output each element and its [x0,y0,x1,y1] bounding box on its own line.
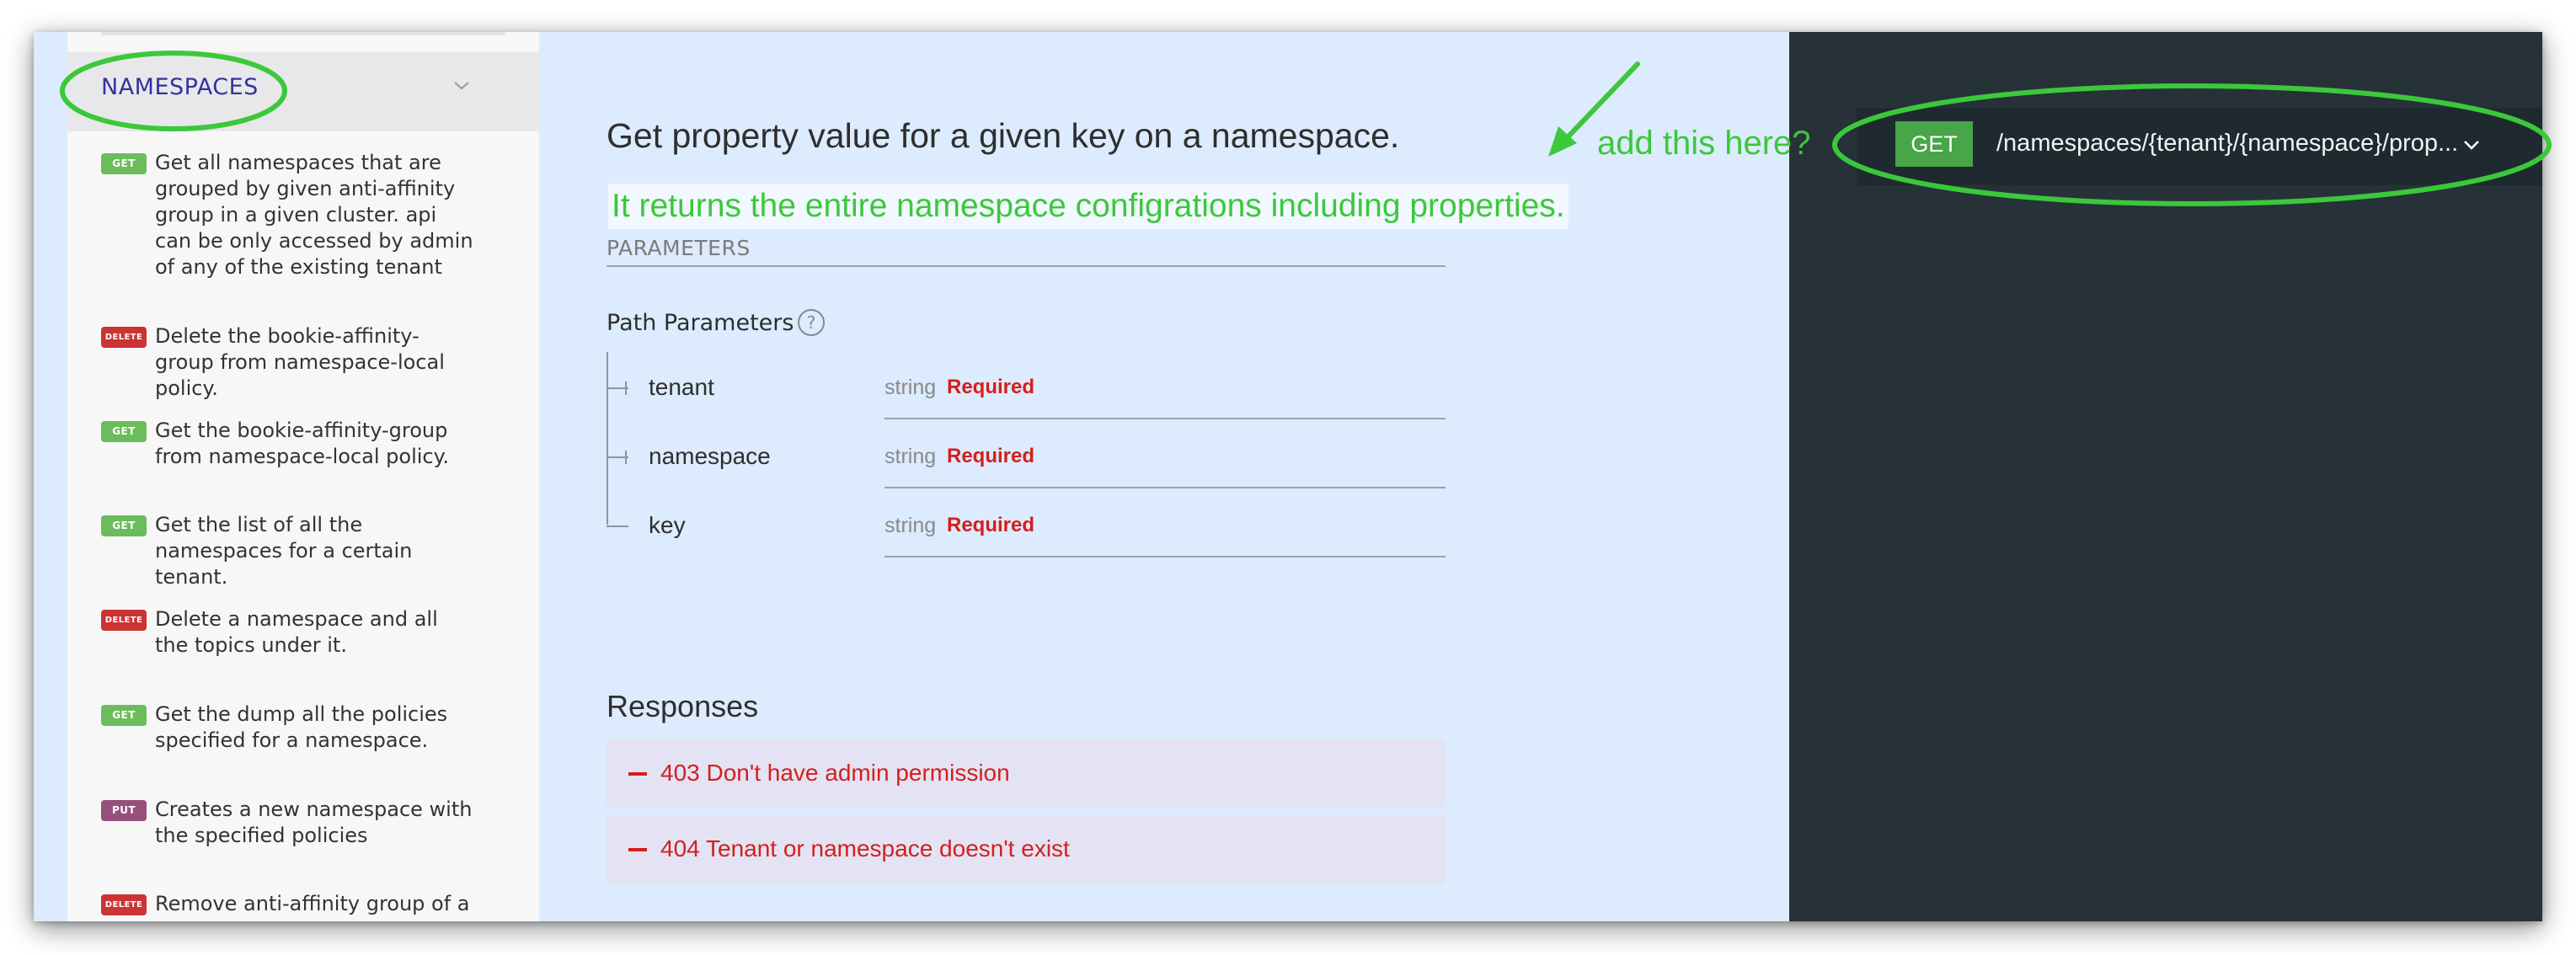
operation-title: Get property value for a given key on a … [607,116,1400,155]
parameter-row: key string Required [607,507,1449,576]
tree-branch-cap [625,451,627,464]
method-badge-put: PUT [101,800,147,821]
response-403[interactable]: 403 Don't have admin permission [607,739,1446,808]
path-parameters-label: Path Parameters [607,310,794,336]
parameter-divider [884,418,1446,419]
chevron-down-icon [454,82,469,90]
operation-description: It returns the entire namespace configra… [608,184,1569,229]
sidebar-item-label: Remove anti-affinity group of a [155,892,470,915]
sidebar-section-label: NAMESPACES [101,74,259,100]
annotation-note: add this here? [1597,125,1811,162]
parameter-name: tenant [649,374,714,400]
sidebar-item-label: Delete the bookie-affinity-group from na… [155,324,445,400]
parameter-row: tenant string Required [607,369,1449,438]
sidebar-item-label: Creates a new namespace with the specifi… [155,798,473,847]
parameter-name: namespace [649,443,771,469]
parameter-divider [884,487,1446,488]
endpoint-method-badge: GET [1895,121,1973,167]
svg-text:?: ? [807,312,816,333]
parameter-divider [884,556,1446,558]
sidebar-top-divider [101,32,505,35]
sidebar-item-label: Delete a namespace and all the topics un… [155,607,438,657]
chevron-down-icon [2464,141,2479,150]
sidebar-section-namespaces[interactable]: NAMESPACES [67,52,539,131]
response-404[interactable]: 404 Tenant or namespace doesn't exist [607,815,1446,884]
sidebar: NAMESPACES GET Get all namespaces that a… [67,32,539,921]
parameter-required: Required [947,514,1035,536]
collapse-icon [628,848,647,851]
endpoint-selector[interactable]: GET /namespaces/{tenant}/{namespace}/pro… [1857,108,2542,185]
parameter-row: namespace string Required [607,438,1449,507]
tree-branch [607,526,628,527]
method-badge-delete: DELETE [101,327,147,348]
collapse-icon [628,772,647,776]
sidebar-item-label: Get all namespaces that are grouped by g… [155,151,473,279]
response-label: 404 Tenant or namespace doesn't exist [660,835,1070,862]
method-badge-get: GET [101,421,147,442]
responses-heading: Responses [607,689,759,723]
response-label: 403 Don't have admin permission [660,760,1010,786]
method-badge-delete: DELETE [101,894,147,915]
parameter-type: string [884,445,937,468]
app-window: NAMESPACES GET Get all namespaces that a… [34,32,2542,921]
sidebar-item-label: Get the dump all the policies specified … [155,702,448,752]
sidebar-item-label: Get the list of all the namespaces for a… [155,513,413,589]
sidebar-item-label: Get the bookie-affinity-group from names… [155,419,450,468]
help-icon[interactable]: ? [797,308,826,337]
method-badge-get: GET [101,705,147,726]
tree-branch-cap [625,381,627,395]
parameter-name: key [649,512,686,538]
parameter-type: string [884,376,937,399]
method-badge-get: GET [101,515,147,536]
parameters-heading: PARAMETERS [607,236,751,260]
method-badge-delete: DELETE [101,610,147,631]
operation-panel: Get property value for a given key on a … [539,32,1789,921]
parameter-required: Required [947,445,1035,467]
method-badge-get: GET [101,153,147,174]
parameters-divider [607,265,1446,267]
code-panel: GET /namespaces/{tenant}/{namespace}/pro… [1789,32,2542,921]
parameter-type: string [884,514,937,537]
parameter-required: Required [947,376,1035,398]
endpoint-path: /namespaces/{tenant}/{namespace}/prop... [1996,130,2459,157]
